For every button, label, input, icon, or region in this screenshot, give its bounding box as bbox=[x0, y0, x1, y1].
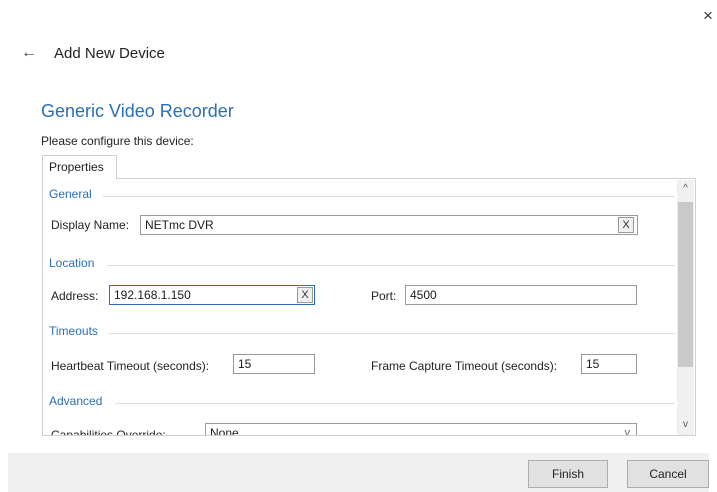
scroll-thumb[interactable] bbox=[678, 202, 693, 367]
capabilities-override-label: Capabilities Override: bbox=[51, 428, 166, 436]
display-name-clear-button[interactable]: X bbox=[618, 217, 634, 233]
display-name-field[interactable]: NETmc DVR bbox=[140, 215, 638, 235]
scroll-up-icon[interactable]: ^ bbox=[677, 182, 694, 196]
instructions-text: Please configure this device: bbox=[41, 134, 194, 148]
frame-capture-timeout-label: Frame Capture Timeout (seconds): bbox=[371, 359, 558, 373]
close-icon[interactable]: × bbox=[700, 7, 716, 24]
section-divider bbox=[103, 196, 675, 197]
address-clear-button[interactable]: X bbox=[297, 287, 313, 303]
tab-properties[interactable]: Properties bbox=[42, 155, 117, 179]
section-divider bbox=[107, 265, 675, 266]
port-value: 4500 bbox=[410, 288, 437, 302]
address-field[interactable]: 192.168.1.150 bbox=[109, 285, 315, 305]
section-divider bbox=[115, 403, 675, 404]
finish-button[interactable]: Finish bbox=[528, 460, 608, 488]
frame-capture-timeout-value: 15 bbox=[586, 357, 600, 371]
heartbeat-timeout-field[interactable]: 15 bbox=[233, 354, 315, 374]
capabilities-override-value: None bbox=[210, 426, 239, 436]
display-name-value: NETmc DVR bbox=[145, 218, 214, 232]
section-general-title: General bbox=[49, 187, 92, 201]
section-divider bbox=[109, 333, 675, 334]
section-location-title: Location bbox=[49, 256, 95, 270]
display-name-label: Display Name: bbox=[51, 218, 130, 232]
port-field[interactable]: 4500 bbox=[405, 285, 637, 305]
address-label: Address: bbox=[51, 289, 99, 303]
cancel-button[interactable]: Cancel bbox=[627, 460, 709, 488]
frame-capture-timeout-field[interactable]: 15 bbox=[581, 354, 637, 374]
back-arrow-icon[interactable]: ← bbox=[21, 44, 37, 62]
chevron-down-icon: v bbox=[624, 427, 631, 436]
port-label: Port: bbox=[371, 289, 397, 303]
page-title: Add New Device bbox=[54, 45, 165, 62]
section-timeouts-title: Timeouts bbox=[49, 324, 98, 338]
heartbeat-timeout-label: Heartbeat Timeout (seconds): bbox=[51, 359, 210, 373]
heartbeat-timeout-value: 15 bbox=[238, 357, 252, 371]
scroll-down-icon[interactable]: v bbox=[677, 418, 694, 432]
device-title: Generic Video Recorder bbox=[41, 101, 234, 121]
section-advanced-title: Advanced bbox=[49, 394, 103, 408]
properties-panel: General Display Name: NETmc DVR X Locati… bbox=[42, 178, 696, 436]
capabilities-override-select[interactable]: None v bbox=[205, 423, 637, 436]
address-value: 192.168.1.150 bbox=[114, 288, 191, 302]
